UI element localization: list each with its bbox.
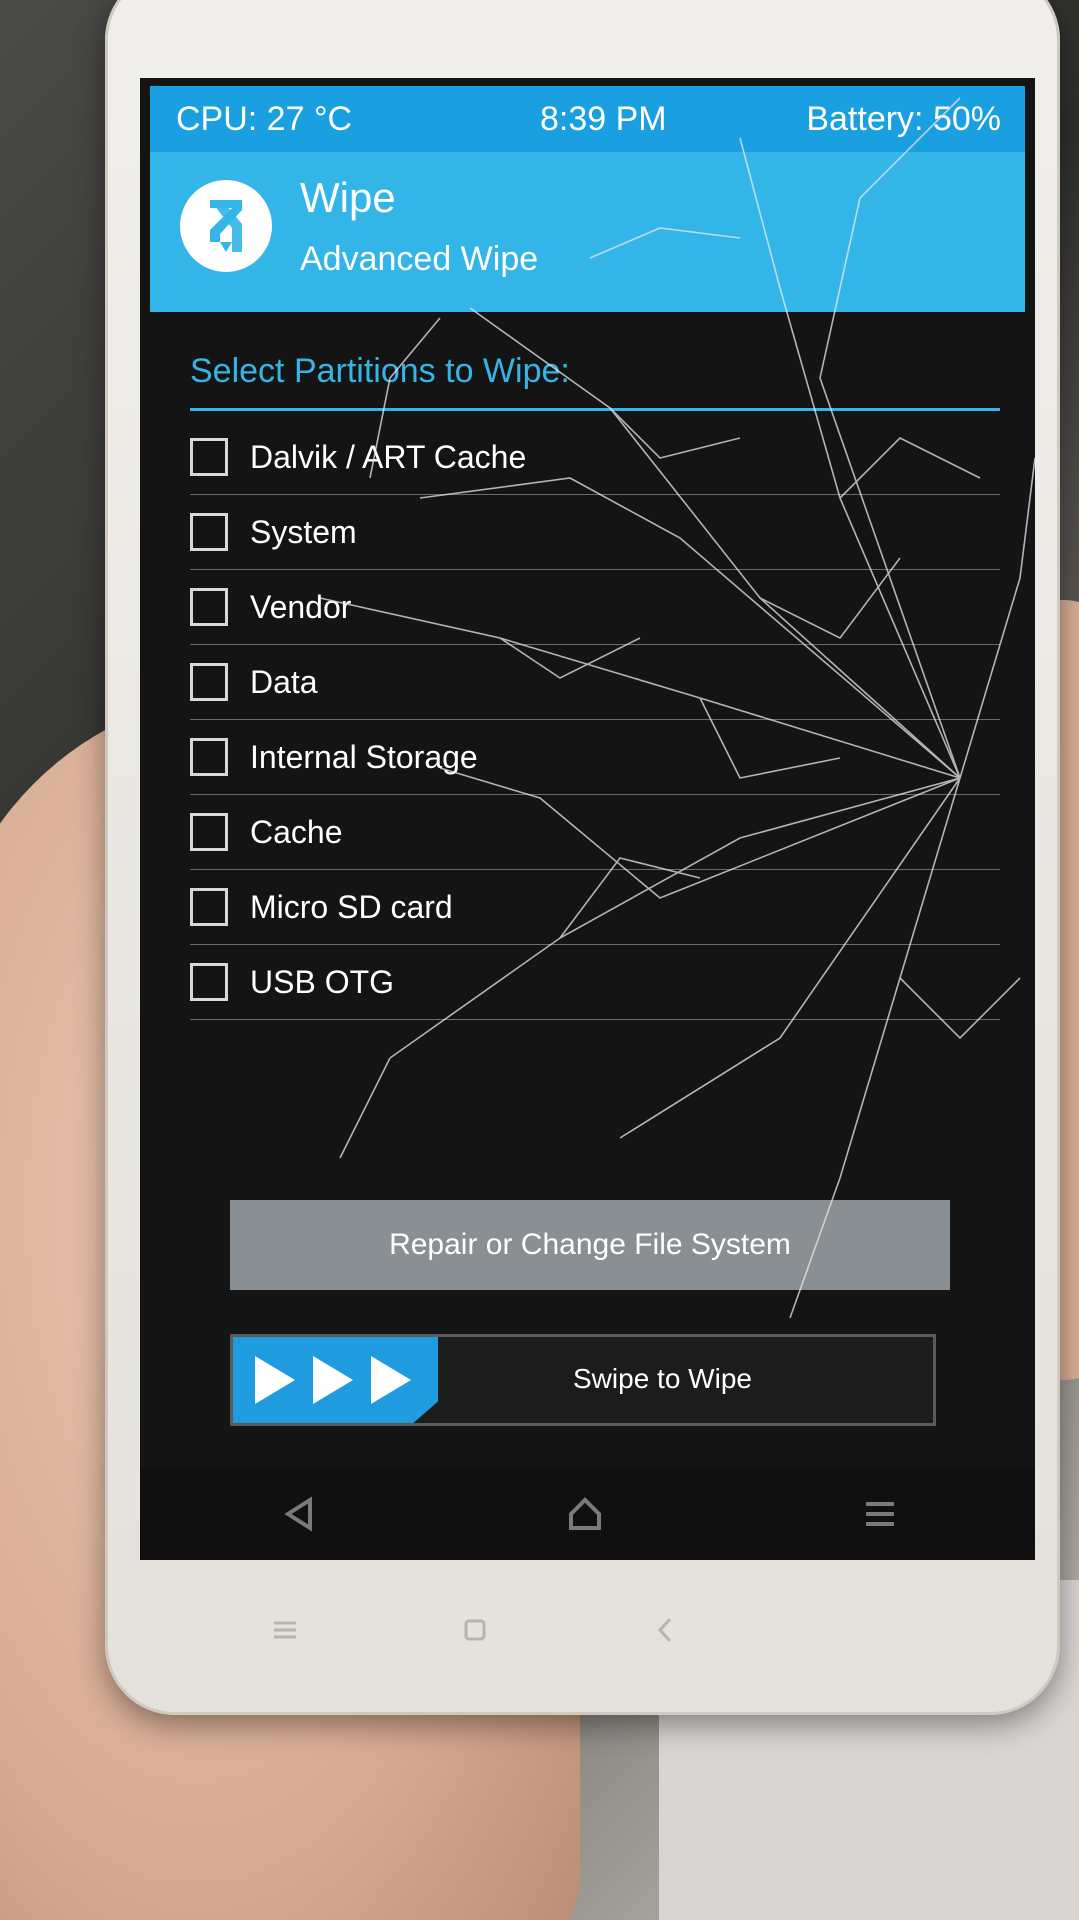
- hardware-menu-icon[interactable]: [260, 1610, 310, 1650]
- partition-label: System: [250, 513, 357, 550]
- partition-vendor[interactable]: Vendor: [190, 570, 1000, 645]
- page-title: Wipe: [300, 174, 396, 221]
- partition-data[interactable]: Data: [190, 645, 1000, 720]
- partition-system[interactable]: System: [190, 495, 1000, 570]
- partition-label: Dalvik / ART Cache: [250, 438, 527, 475]
- arrow-right-icon: [313, 1356, 353, 1404]
- partition-usb-otg[interactable]: USB OTG: [190, 945, 1000, 1020]
- hardware-back-icon[interactable]: [640, 1610, 690, 1650]
- header-bar: Wipe Advanced Wipe: [150, 152, 1025, 312]
- twrp-logo-icon: [180, 180, 272, 272]
- swipe-label: Swipe to Wipe: [573, 1363, 752, 1394]
- recovery-screen: CPU: 27 °C 8:39 PM Battery: 50% Wipe Adv…: [140, 78, 1035, 1560]
- partition-label: USB OTG: [250, 963, 395, 1000]
- cpu-temperature: CPU: 27 °C: [176, 100, 353, 138]
- arrow-right-icon: [371, 1356, 411, 1404]
- page-subtitle: Advanced Wipe: [300, 240, 539, 278]
- checkbox[interactable]: [190, 738, 228, 776]
- back-triangle-icon[interactable]: [270, 1486, 330, 1542]
- partition-label: Internal Storage: [250, 738, 478, 775]
- checkbox[interactable]: [190, 813, 228, 851]
- swipe-handle[interactable]: [233, 1337, 438, 1423]
- partition-dalvik-art-cache[interactable]: Dalvik / ART Cache: [190, 420, 1000, 495]
- partition-label: Data: [250, 663, 318, 700]
- checkbox[interactable]: [190, 963, 228, 1001]
- checkbox[interactable]: [190, 513, 228, 551]
- partition-cache[interactable]: Cache: [190, 795, 1000, 870]
- checkbox[interactable]: [190, 663, 228, 701]
- navigation-bar: [140, 1468, 1035, 1560]
- checkbox[interactable]: [190, 888, 228, 926]
- hardware-home-icon[interactable]: [450, 1610, 500, 1650]
- repair-filesystem-button[interactable]: Repair or Change File System: [230, 1200, 950, 1290]
- partition-internal-storage[interactable]: Internal Storage: [190, 720, 1000, 795]
- section-divider: [190, 408, 1000, 411]
- partition-list: Dalvik / ART Cache System Vendor Data In…: [190, 420, 1000, 1020]
- partition-micro-sd-card[interactable]: Micro SD card: [190, 870, 1000, 945]
- partition-label: Micro SD card: [250, 888, 453, 925]
- battery-level: Battery: 50%: [806, 100, 1001, 138]
- partition-label: Cache: [250, 813, 343, 850]
- status-bar: CPU: 27 °C 8:39 PM Battery: 50%: [150, 86, 1025, 152]
- section-title: Select Partitions to Wipe:: [190, 352, 570, 390]
- partition-label: Vendor: [250, 588, 352, 625]
- photo-scene: CPU: 27 °C 8:39 PM Battery: 50% Wipe Adv…: [0, 0, 1079, 1920]
- menu-lines-icon[interactable]: [850, 1486, 910, 1542]
- checkbox[interactable]: [190, 588, 228, 626]
- arrow-right-icon: [255, 1356, 295, 1404]
- clock: 8:39 PM: [540, 100, 667, 138]
- checkbox[interactable]: [190, 438, 228, 476]
- swipe-to-wipe-slider[interactable]: Swipe to Wipe: [230, 1334, 936, 1426]
- home-icon[interactable]: [555, 1486, 615, 1542]
